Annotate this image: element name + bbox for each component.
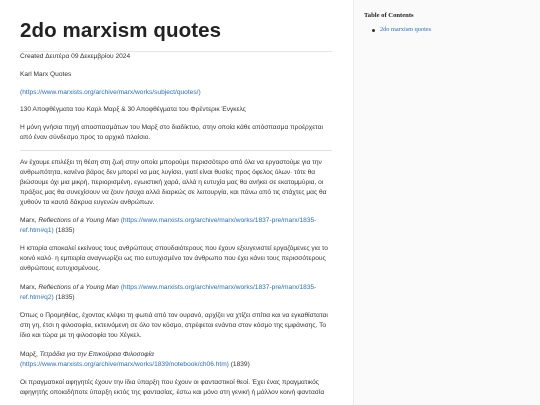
quote-4-line: Οι πραγματικοί αφηγητές έχουν την ίδια ύ… <box>20 379 319 386</box>
citation-author: Marx, <box>20 284 39 291</box>
source-link[interactable]: (https://www.marxists.org/archive/marx/w… <box>20 89 201 96</box>
toc-link[interactable]: 2do marxism quotes <box>380 26 431 34</box>
quote-3-line: Όπως ο Προμηθέας, έχοντας κλέψει τη φωτι… <box>20 312 328 319</box>
citation-link-cont[interactable]: ref.htm#q1) <box>20 227 54 234</box>
main-content: 2do marxism quotes Created Δευτέρα 09 Δε… <box>20 0 332 396</box>
citation-year: (1835) <box>53 227 75 234</box>
citation-year: (1835) <box>53 294 75 301</box>
quote-2-line: ανθρώπους ευτυχισμένους. <box>20 265 101 272</box>
quote-1-line: βιώσουμε όχι μια μικρή, περιορισμένη, εγ… <box>20 179 324 186</box>
quote-2: Η ιστορία αποκαλεί εκείνους τους ανθρώπο… <box>20 244 332 274</box>
section-divider <box>20 150 332 151</box>
toc-sidebar: Table of Contents 2do marxism quotes <box>353 0 540 405</box>
quote-3-line: ίδιο και τώρα με τη φιλοσοφία του Χέγκελ… <box>20 332 142 339</box>
bullet-icon <box>372 28 375 32</box>
quote-1-line: χυθούν τα καυτά δάκρυα ευγενών ανθρώπων. <box>20 199 155 206</box>
citation-work: Τετράδια για την Επικούρεια Φιλοσοφία <box>39 351 154 358</box>
citation-year: (1839) <box>228 361 250 368</box>
quote-1: Αν έχουμε επιλέξει τη θέση στη ζωή στην … <box>20 158 332 208</box>
quote-3-line: στη γη, έτσι η φιλοσοφία, εκτεινόμενη σε… <box>20 322 327 329</box>
citation-work: Reflections of a Young Man <box>38 284 119 291</box>
toc-list: 2do marxism quotes <box>372 26 431 34</box>
intro-line-1: Η μόνη γνήσια πηγή αποσπασμάτων του Μαρξ… <box>20 124 323 131</box>
quote-4-line: αφηγητής οποιαδήποτε ύπαρξη εκτός της φα… <box>20 389 325 396</box>
citation-link[interactable]: (https://www.marxists.org/archive/marx/w… <box>121 284 317 291</box>
quote-4: Οι πραγματικοί αφηγητές έχουν την ίδια ύ… <box>20 378 332 398</box>
citation-link-cont[interactable]: ref.htm#q2) <box>20 294 54 301</box>
page-title: 2do marxism quotes <box>20 19 222 42</box>
toc-title: Table of Contents <box>364 12 414 19</box>
quote-3: Όπως ο Προμηθέας, έχοντας κλέψει τη φωτι… <box>20 311 332 341</box>
quote-2-line: Η ιστορία αποκαλεί εκείνους τους ανθρώπο… <box>20 245 328 252</box>
citation-2: Marx, Reflections of a Young Man (https:… <box>20 283 332 303</box>
citation-author: Marx, <box>20 217 39 224</box>
citation-link[interactable]: (https://www.marxists.org/archive/marx/w… <box>20 361 229 368</box>
author-line: Karl Marx Quotes <box>20 71 72 78</box>
quote-1-line: ανθρωπότητα, κανένα βάρος δεν μπορεί να … <box>20 169 316 176</box>
intro-line-2: από έναν σύνδεσμο προς το αρχικό πλαίσιο… <box>20 134 151 141</box>
citation-author: Μαρξ, <box>20 351 40 358</box>
toc-item: 2do marxism quotes <box>372 26 431 34</box>
quote-1-line: πράξεις μας θα συνεχίσουν να ζουν ήσυχα … <box>20 189 327 196</box>
quote-2-line: κοινό καλό· η εμπειρία αναγνωρίζει ως πι… <box>20 255 326 262</box>
citation-work: Reflections of a Young Man <box>38 217 119 224</box>
count-line: 130 Αποφθέγματα του Καρλ Μαρξ & 30 Αποφθ… <box>20 106 246 113</box>
source-link-line: (https://www.marxists.org/archive/marx/w… <box>20 88 332 98</box>
citation-1: Marx, Reflections of a Young Man (https:… <box>20 216 332 236</box>
citation-link[interactable]: (https://www.marxists.org/archive/marx/w… <box>121 217 317 224</box>
quote-1-line: Αν έχουμε επιλέξει τη θέση στη ζωή στην … <box>20 159 322 166</box>
citation-3: Μαρξ, Τετράδια για την Επικούρεια Φιλοσο… <box>20 350 332 370</box>
created-date: Created Δευτέρα 09 Δεκεμβρίου 2024 <box>20 53 131 60</box>
